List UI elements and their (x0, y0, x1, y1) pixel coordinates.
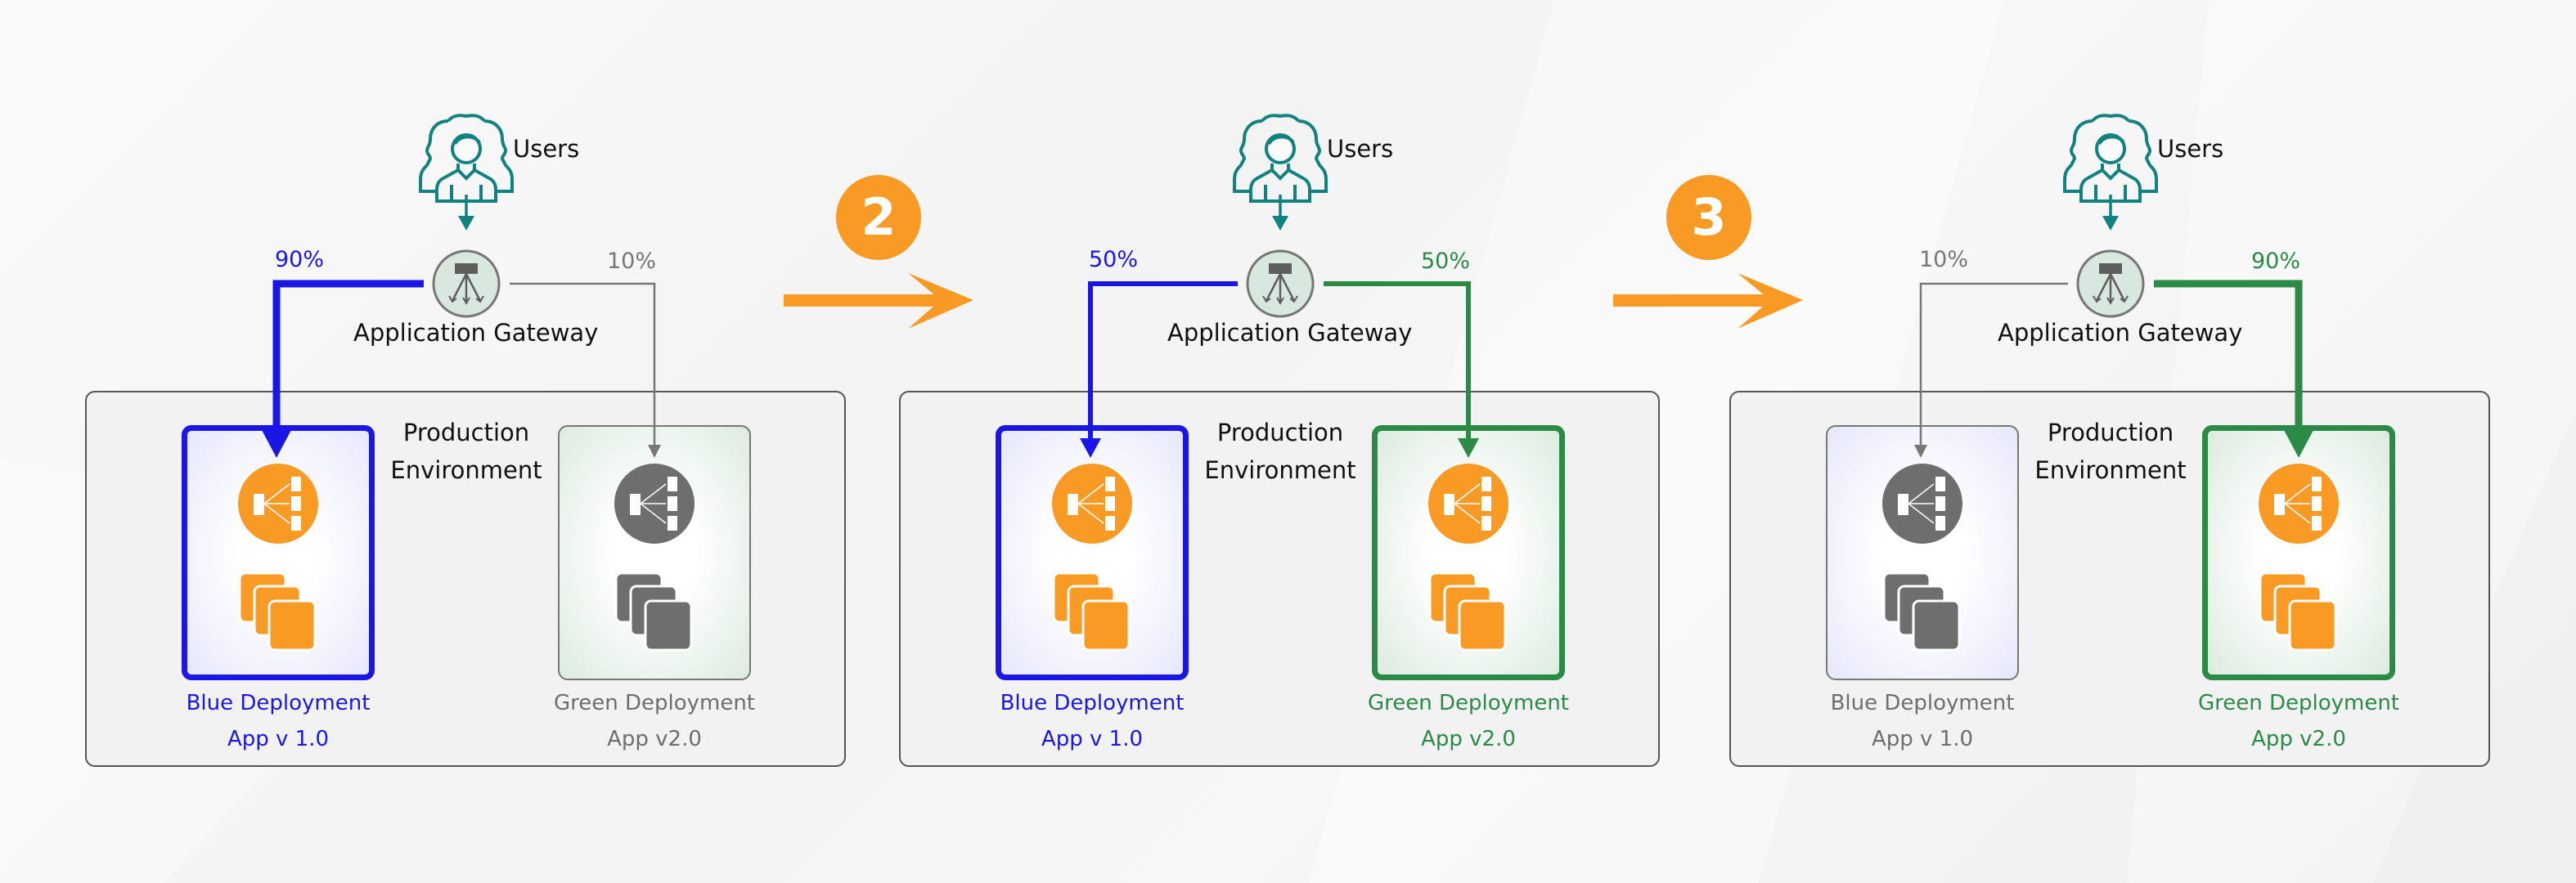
step-3-arrow (1613, 273, 1803, 329)
step-2-arrow (784, 273, 973, 329)
step-arrows (784, 273, 1803, 329)
